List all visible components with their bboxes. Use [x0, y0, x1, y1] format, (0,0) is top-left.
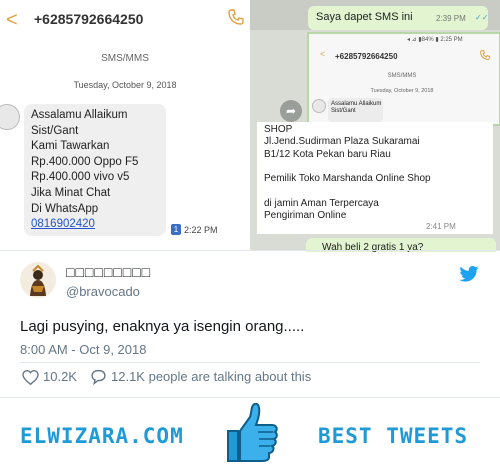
inner-date: Tuesday, October 9, 2018 [370, 88, 434, 94]
inner-message-text: Assalamu Allaikum Sist/Gant [331, 101, 382, 114]
tweet-text: Lagi pusying, enaknya ya isengin orang..… [20, 318, 305, 335]
inner-message-kind: SMS/MMS [387, 73, 417, 79]
sms-message-text: Assalamu Allaikum Sist/Gant Kami Tawarka… [31, 108, 171, 233]
inner-back-icon: < [320, 49, 326, 59]
thumbs-up-icon [227, 402, 278, 462]
phone-icon[interactable] [228, 9, 244, 25]
tweet-display-name[interactable]: □□□□□□□□□ [66, 264, 151, 280]
outgoing-time-1: 2:39 PM [436, 14, 466, 23]
inner-avatar-icon [312, 99, 326, 113]
reply-bubble-icon[interactable] [90, 369, 107, 385]
tweet-handle[interactable]: @bravocado [66, 284, 140, 299]
sms-date: Tuesday, October 9, 2018 [73, 80, 177, 90]
inner-status-bar: ◂ ⊿ ▮84% ▮ 2:25 PM [407, 37, 463, 43]
sms-time: 2:22 PM [184, 225, 218, 235]
back-icon[interactable]: < [6, 9, 18, 32]
inner-contact-number: +6285792664250 [335, 52, 398, 61]
footer-tagline: BEST TWEETS [318, 424, 469, 448]
like-count[interactable]: 10.2K [43, 369, 77, 384]
heart-icon[interactable] [22, 370, 39, 385]
forward-icon[interactable]: ➦ [280, 100, 302, 122]
sim-badge-icon: 1 [171, 224, 181, 235]
talking-count[interactable]: 12.1K people are talking about this [111, 369, 311, 384]
read-ticks-icon: ✓✓ [475, 13, 489, 22]
incoming-time: 2:41 PM [426, 222, 456, 231]
sms-screenshot: < +6285792664250 SMS/MMS Tuesday, Octobe… [0, 0, 250, 250]
tweet-timestamp[interactable]: 8:00 AM - Oct 9, 2018 [20, 342, 146, 357]
wayang-avatar-icon [30, 264, 46, 296]
sms-message-lines: Assalamu Allaikum Sist/Gant Kami Tawarka… [31, 109, 139, 215]
incoming-message-text: SHOP Jl.Jend.Sudirman Plaza Sukaramai B1… [264, 124, 431, 222]
footer-site: ELWIZARA.COM [20, 424, 184, 448]
tweet-stats-divider [20, 362, 480, 363]
sms-phone-link[interactable]: 0816902420 [31, 218, 95, 230]
inner-phone-icon [480, 50, 490, 60]
contact-avatar-icon [0, 104, 20, 130]
outgoing-message-1: Saya dapet SMS ini [316, 11, 413, 23]
twitter-bird-icon[interactable] [459, 266, 479, 282]
sms-message-kind: SMS/MMS [101, 53, 149, 64]
user-avatar[interactable] [20, 262, 56, 298]
sms-contact-number: +6285792664250 [34, 11, 144, 27]
